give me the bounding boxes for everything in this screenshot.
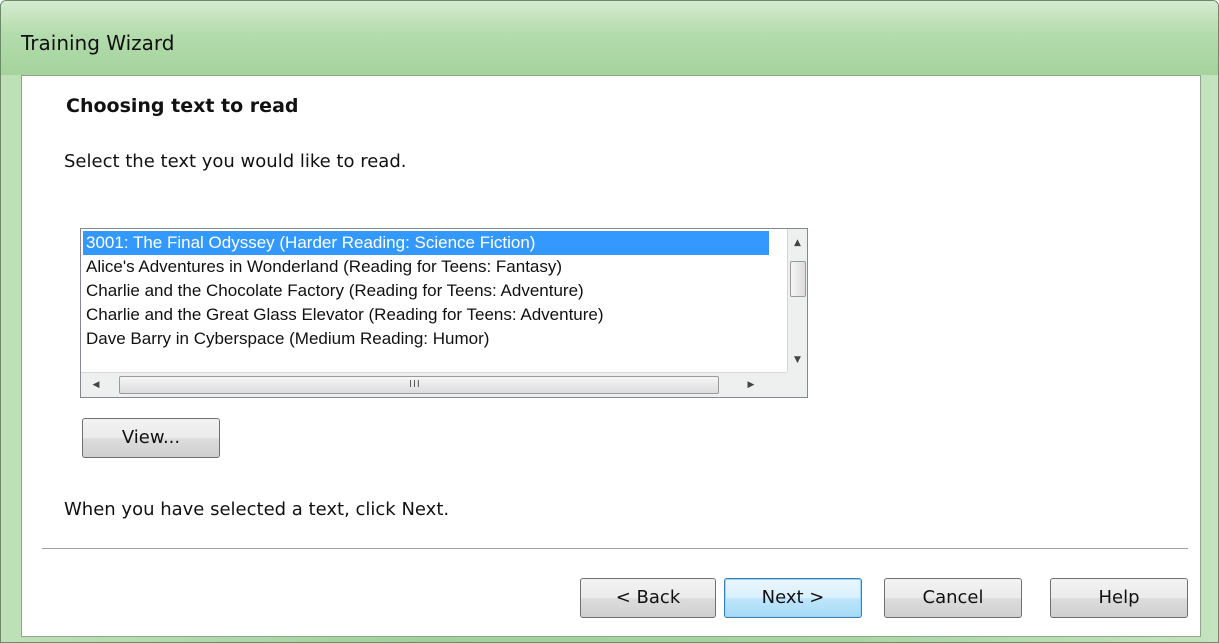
back-button[interactable]: < Back: [580, 578, 716, 618]
page-instruction: Select the text you would like to read.: [64, 151, 407, 172]
text-listbox[interactable]: 3001: The Final Odyssey (Harder Reading:…: [80, 228, 808, 398]
scroll-up-icon[interactable]: ▲: [788, 233, 807, 253]
list-item[interactable]: Charlie and the Chocolate Factory (Readi…: [83, 279, 769, 303]
separator-line: [42, 548, 1188, 550]
vertical-scroll-thumb[interactable]: [790, 261, 806, 297]
help-button[interactable]: Help: [1050, 578, 1188, 618]
vertical-scrollbar[interactable]: ▲ ▼: [787, 229, 807, 372]
horizontal-scrollbar[interactable]: ◀ III ▶: [81, 372, 787, 397]
page-heading: Choosing text to read: [66, 95, 299, 117]
wizard-page: Choosing text to read Select the text yo…: [21, 75, 1201, 637]
scroll-grip-icon: III: [409, 379, 421, 390]
window-title: Training Wizard: [21, 31, 175, 55]
list-item[interactable]: Charlie and the Great Glass Elevator (Re…: [83, 303, 769, 327]
finish-hint: When you have selected a text, click Nex…: [64, 499, 450, 520]
training-wizard-window: Training Wizard Choosing text to read Se…: [0, 0, 1219, 643]
title-bar[interactable]: Training Wizard: [1, 1, 1218, 75]
view-button[interactable]: View...: [82, 418, 220, 458]
scroll-left-icon[interactable]: ◀: [86, 373, 106, 397]
cancel-button[interactable]: Cancel: [884, 578, 1022, 618]
scrollbar-corner: [787, 372, 807, 397]
scroll-right-icon[interactable]: ▶: [741, 373, 761, 397]
scroll-down-icon[interactable]: ▼: [788, 350, 807, 370]
horizontal-scroll-thumb[interactable]: III: [119, 376, 719, 394]
list-item[interactable]: Alice's Adventures in Wonderland (Readin…: [83, 255, 769, 279]
list-item[interactable]: 3001: The Final Odyssey (Harder Reading:…: [83, 231, 769, 255]
list-item[interactable]: Dave Barry in Cyberspace (Medium Reading…: [83, 327, 769, 351]
text-list-items: 3001: The Final Odyssey (Harder Reading:…: [83, 231, 769, 372]
next-button[interactable]: Next >: [724, 578, 862, 618]
